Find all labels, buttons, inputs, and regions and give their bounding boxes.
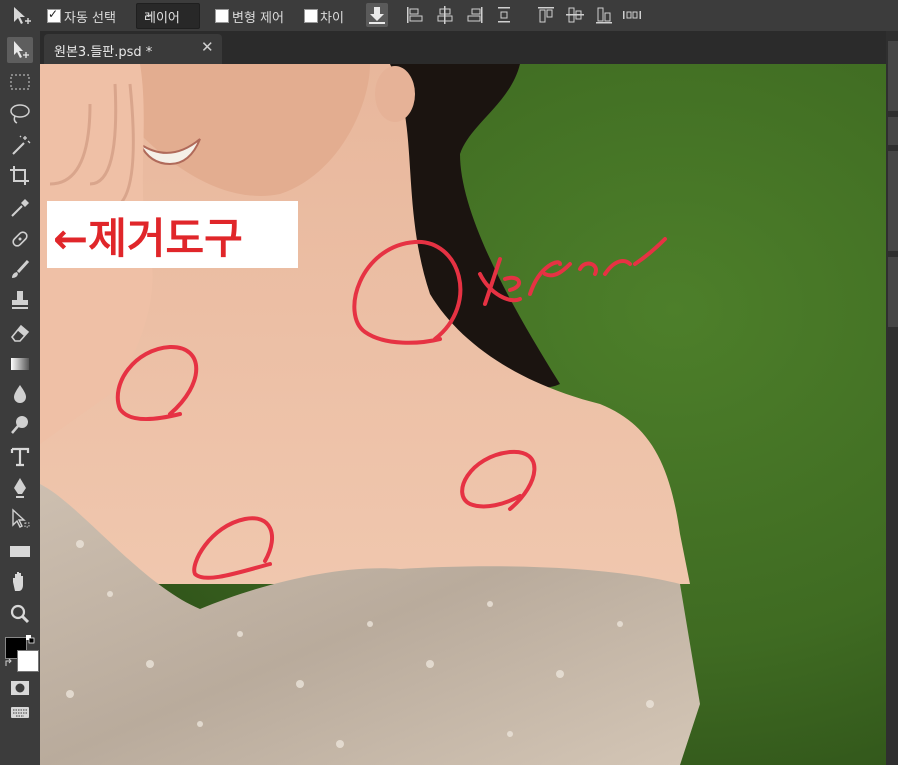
download-button[interactable] <box>366 3 388 27</box>
close-icon[interactable]: ✕ <box>201 38 214 56</box>
right-panel-collapsed <box>886 31 898 765</box>
path-select-icon <box>12 508 30 528</box>
move-tool-icon <box>14 41 29 58</box>
type-icon <box>10 447 30 467</box>
brush-tool[interactable] <box>7 257 33 283</box>
gap-checkbox[interactable] <box>304 9 318 23</box>
panel-strip-segment[interactable] <box>888 41 898 111</box>
move-tool[interactable] <box>7 37 33 63</box>
marquee-tool[interactable] <box>7 69 33 95</box>
background-color-swatch[interactable] <box>17 650 39 672</box>
magic-wand-icon <box>12 135 31 155</box>
crop-icon <box>10 166 29 185</box>
align-bottom-edges-icon[interactable] <box>594 5 614 25</box>
blur-tool[interactable] <box>7 381 33 407</box>
distribute-horizontal-icon[interactable] <box>622 5 642 25</box>
type-tool[interactable] <box>7 444 33 470</box>
auto-select-label: 자동 선택 <box>64 11 116 26</box>
marquee-icon <box>10 74 30 90</box>
clone-stamp-tool[interactable] <box>7 288 33 314</box>
move-tool-icon[interactable] <box>10 5 34 27</box>
hand-icon <box>13 572 23 591</box>
pen-tool[interactable] <box>7 475 33 501</box>
lasso-icon <box>10 104 30 124</box>
document-canvas[interactable]: ←제거도구 <box>40 64 886 765</box>
download-icon <box>369 7 385 24</box>
eyedropper-tool[interactable] <box>7 195 33 221</box>
magic-wand-tool[interactable] <box>7 133 33 159</box>
swap-colors-icon[interactable] <box>4 658 14 668</box>
blur-icon <box>14 385 26 403</box>
gradient-tool[interactable] <box>7 351 33 377</box>
auto-select-checkbox[interactable] <box>47 7 61 23</box>
align-vertical-centers-icon[interactable] <box>565 5 585 25</box>
annotation-label-box: ←제거도구 <box>47 201 298 268</box>
transform-controls-label: 변형 제어 <box>232 11 284 26</box>
distribute-vertical-icon[interactable] <box>494 5 514 25</box>
eyedropper-icon <box>11 199 29 217</box>
eraser-icon <box>10 324 30 342</box>
keyboard-icon <box>11 707 29 718</box>
dodge-icon <box>11 416 28 434</box>
document-tab[interactable]: 원본3.들판.psd * ✕ <box>44 34 222 64</box>
rectangle-tool[interactable] <box>7 538 33 564</box>
quick-mask-icon <box>11 681 29 695</box>
lasso-tool[interactable] <box>7 101 33 127</box>
align-top-edges-icon[interactable] <box>536 5 556 25</box>
stamp-icon <box>12 291 28 309</box>
align-right-edges-icon[interactable] <box>465 5 485 25</box>
document-tab-bar: 원본3.들판.psd * ✕ <box>40 31 887 64</box>
panel-strip-segment[interactable] <box>888 151 898 251</box>
panel-strip-segment[interactable] <box>888 257 898 327</box>
layer-dropdown[interactable]: 레이어 ⌄ <box>136 3 200 29</box>
align-horizontal-centers-icon[interactable] <box>435 5 455 25</box>
zoom-icon <box>10 604 30 624</box>
pen-icon <box>14 478 26 498</box>
photo <box>40 64 886 765</box>
crop-tool[interactable] <box>7 163 33 189</box>
dodge-tool[interactable] <box>7 412 33 438</box>
hand-tool[interactable] <box>7 569 33 595</box>
align-left-edges-icon[interactable] <box>405 5 425 25</box>
chevron-down-icon: ⌄ <box>144 7 154 20</box>
healing-brush-tool[interactable] <box>7 226 33 252</box>
annotation-label: ←제거도구 <box>53 214 243 263</box>
zoom-tool[interactable] <box>7 601 33 627</box>
rectangle-icon <box>10 546 30 557</box>
eraser-tool[interactable] <box>7 320 33 346</box>
document-tab-title: 원본3.들판.psd * <box>54 45 153 60</box>
options-bar: 자동 선택 레이어 ⌄ 변형 제어 차이 <box>0 0 898 32</box>
transform-controls-checkbox[interactable] <box>215 9 229 23</box>
path-selection-tool[interactable] <box>7 506 33 532</box>
tools-panel <box>0 31 41 765</box>
gap-label: 차이 <box>320 11 344 26</box>
gradient-icon <box>11 358 29 370</box>
healing-brush-icon <box>12 231 28 247</box>
brush-icon <box>12 259 30 278</box>
quick-mask-button[interactable] <box>7 675 33 701</box>
default-colors-icon[interactable] <box>26 635 36 645</box>
screen-mode-button[interactable] <box>7 699 33 725</box>
panel-strip-segment[interactable] <box>888 117 898 145</box>
